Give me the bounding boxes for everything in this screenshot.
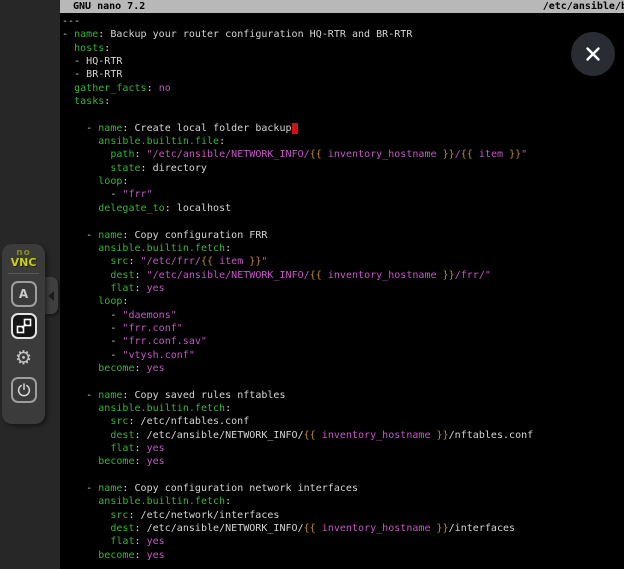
fullscreen-icon <box>16 318 32 334</box>
nano-app-title: GNU nano 7.2 <box>73 0 145 13</box>
editor-line: ansible.builtin.fetch: <box>62 242 624 255</box>
novnc-logo-vnc: VNC <box>11 258 37 267</box>
editor-line: tasks: <box>62 95 624 108</box>
editor-line: - name: Copy configuration network inter… <box>62 482 624 495</box>
nano-titlebar: GNU nano 7.2 /etc/ansible/b <box>60 0 624 13</box>
collapse-arrow-icon <box>48 291 54 301</box>
editor-line: - "frr.conf.sav" <box>62 335 624 348</box>
editor-line: dest: "/etc/ansible/NETWORK_INFO/{{ inve… <box>62 269 624 282</box>
fullscreen-button[interactable] <box>11 313 37 339</box>
editor-line: ansible.builtin.fetch: <box>62 495 624 508</box>
editor-line: - "frr" <box>62 188 624 201</box>
editor-line: loop: <box>62 175 624 188</box>
settings-button[interactable]: ⚙ <box>11 345 37 371</box>
editor-line: ansible.builtin.fetch: <box>62 402 624 415</box>
editor-line <box>62 375 624 388</box>
power-icon <box>17 383 31 397</box>
editor-line: gather_facts: no <box>62 82 624 95</box>
nano-file-path: /etc/ansible/b <box>543 0 624 13</box>
editor-line <box>62 108 624 121</box>
power-button[interactable] <box>11 377 37 403</box>
editor-line: loop: <box>62 295 624 308</box>
editor-line: src: /etc/network/interfaces <box>62 509 624 522</box>
editor-content[interactable]: ---- name: Backup your router configurat… <box>60 13 624 562</box>
editor-line: state: directory <box>62 162 624 175</box>
editor-line: hosts: <box>62 42 624 55</box>
editor-line: - name: Copy saved rules nftables <box>62 389 624 402</box>
editor-line: - name: Backup your router configuration… <box>62 28 624 41</box>
editor-line: become: yes <box>62 362 624 375</box>
editor-line: dest: /etc/ansible/NETWORK_INFO/{{ inven… <box>62 522 624 535</box>
editor-line: - name: Create local folder backup <box>62 122 624 135</box>
control-bar-handle[interactable] <box>44 277 58 314</box>
editor-line: - "frr.conf" <box>62 322 624 335</box>
editor-line: flat: yes <box>62 442 624 455</box>
close-button[interactable] <box>571 32 615 76</box>
close-icon <box>584 45 602 63</box>
editor-line: become: yes <box>62 455 624 468</box>
editor-line: delegate_to: localhost <box>62 202 624 215</box>
editor-line <box>62 215 624 228</box>
editor-line: src: /etc/nftables.conf <box>62 415 624 428</box>
novnc-control-bar: no VNC A ⚙ <box>2 244 45 424</box>
editor-line: - name: Copy configuration FRR <box>62 229 624 242</box>
vnc-side-strip: no VNC A ⚙ <box>0 0 60 569</box>
editor-line: - "daemons" <box>62 309 624 322</box>
editor-line <box>62 469 624 482</box>
editor-line: ansible.builtin.file: <box>62 135 624 148</box>
keyboard-key-icon: A <box>19 288 28 300</box>
terminal: GNU nano 7.2 /etc/ansible/b ---- name: B… <box>60 0 624 569</box>
editor-line: src: "/etc/frr/{{ item }}" <box>62 255 624 268</box>
editor-line: flat: yes <box>62 535 624 548</box>
editor-line: --- <box>62 15 624 28</box>
gear-icon: ⚙ <box>15 349 32 368</box>
editor-line: dest: /etc/ansible/NETWORK_INFO/{{ inven… <box>62 429 624 442</box>
panel-divider <box>8 273 39 274</box>
editor-line: flat: yes <box>62 282 624 295</box>
editor-line: - BR-RTR <box>62 68 624 81</box>
editor-line: become: yes <box>62 549 624 562</box>
editor-line: - HQ-RTR <box>62 55 624 68</box>
keyboard-button[interactable]: A <box>11 281 37 307</box>
editor-line: path: "/etc/ansible/NETWORK_INFO/{{ inve… <box>62 148 624 161</box>
editor-line: - "vtysh.conf" <box>62 349 624 362</box>
novnc-logo: no VNC <box>11 249 37 267</box>
